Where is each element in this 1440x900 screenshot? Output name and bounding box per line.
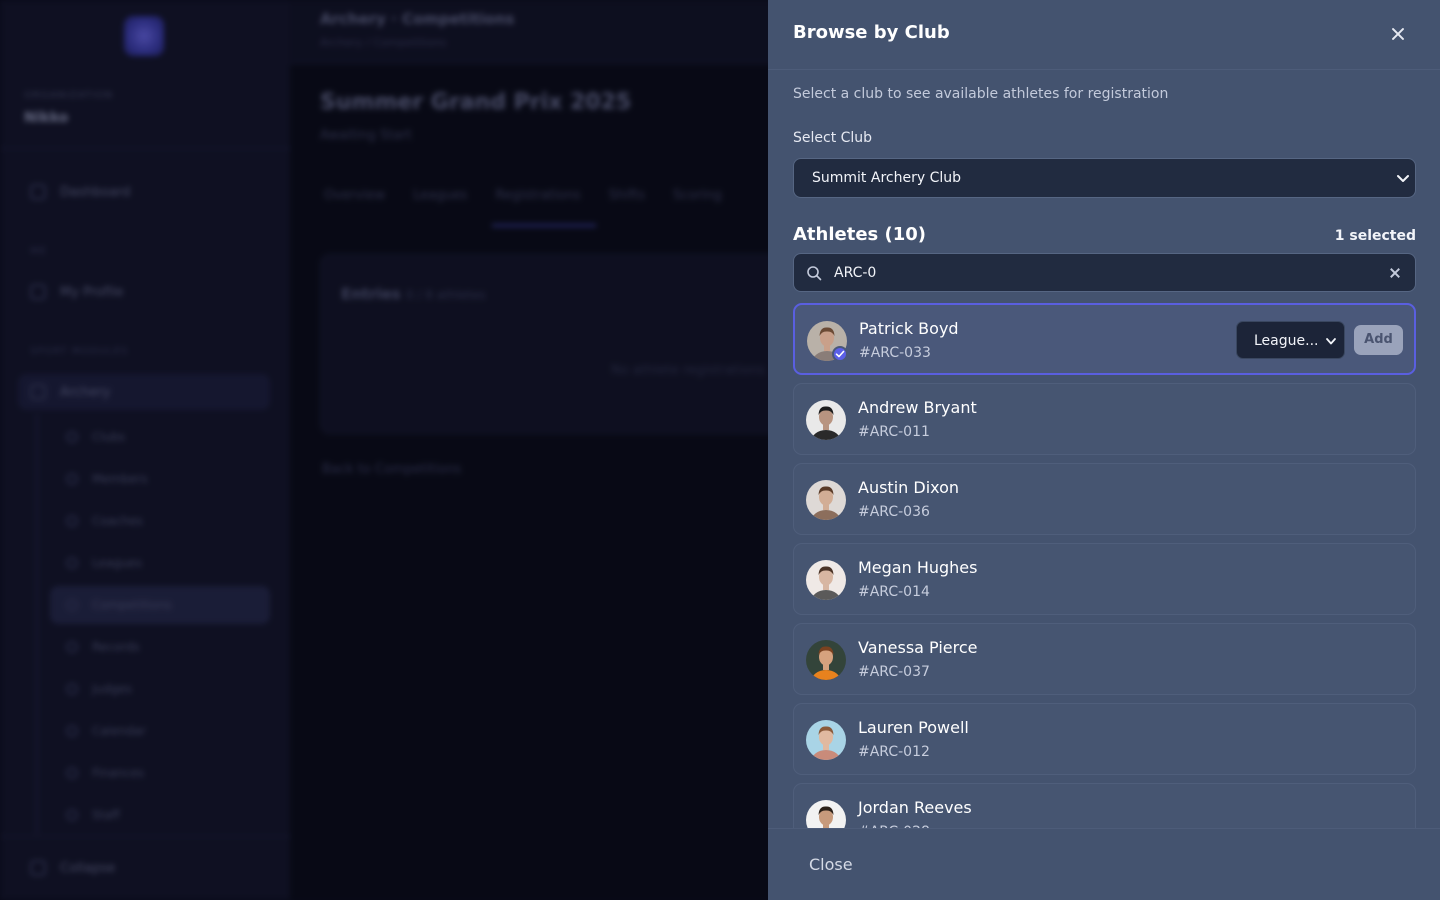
athlete-card[interactable]: Vanessa Pierce #ARC-037 bbox=[793, 623, 1416, 695]
athlete-name: Megan Hughes bbox=[858, 558, 978, 577]
athlete-search bbox=[793, 253, 1416, 292]
athlete-name: Lauren Powell bbox=[858, 718, 969, 737]
search-input[interactable] bbox=[834, 262, 1374, 284]
athlete-card[interactable]: Patrick Boyd #ARC-033 League... Add bbox=[793, 303, 1416, 375]
athlete-code: #ARC-036 bbox=[858, 504, 930, 520]
athlete-name: Patrick Boyd bbox=[859, 319, 959, 338]
athlete-name: Vanessa Pierce bbox=[858, 638, 978, 657]
add-athlete-button[interactable]: Add bbox=[1354, 325, 1403, 355]
drawer-footer: Close bbox=[768, 828, 1440, 900]
athlete-card[interactable]: Austin Dixon #ARC-036 bbox=[793, 463, 1416, 535]
athlete-card[interactable]: Lauren Powell #ARC-012 bbox=[793, 703, 1416, 775]
athlete-name: Andrew Bryant bbox=[858, 398, 977, 417]
club-select-label: Select Club bbox=[793, 130, 873, 146]
avatar bbox=[806, 480, 846, 520]
clear-search-icon[interactable] bbox=[1388, 266, 1402, 280]
athlete-name: Jordan Reeves bbox=[858, 798, 972, 817]
athlete-card[interactable]: Megan Hughes #ARC-014 bbox=[793, 543, 1416, 615]
close-button[interactable]: Close bbox=[809, 855, 853, 874]
athlete-name: Austin Dixon bbox=[858, 478, 960, 497]
athlete-code: #ARC-011 bbox=[858, 424, 930, 440]
avatar bbox=[806, 800, 846, 828]
browse-by-club-drawer: Browse by Club Select a club to see avai… bbox=[768, 0, 1440, 900]
athlete-code: #ARC-033 bbox=[859, 345, 931, 361]
athletes-heading: Athletes (10) bbox=[793, 224, 927, 245]
chevron-down-icon bbox=[1397, 175, 1409, 182]
modal-backdrop[interactable] bbox=[0, 0, 768, 900]
avatar bbox=[806, 640, 846, 680]
drawer-title: Browse by Club bbox=[793, 22, 950, 43]
club-select[interactable]: Summit Archery Club bbox=[793, 158, 1416, 198]
club-select-value: Summit Archery Club bbox=[812, 170, 961, 186]
athlete-list[interactable]: Patrick Boyd #ARC-033 League... Add Andrew B… bbox=[793, 303, 1416, 828]
athlete-card[interactable]: Jordan Reeves#ARC-028 bbox=[793, 783, 1416, 828]
athlete-card[interactable]: Andrew Bryant #ARC-011 bbox=[793, 383, 1416, 455]
athlete-code: #ARC-014 bbox=[858, 584, 930, 600]
avatar bbox=[806, 400, 846, 440]
athlete-code: #ARC-012 bbox=[858, 744, 930, 760]
search-icon bbox=[807, 266, 822, 281]
selected-count: 1 selected bbox=[1334, 228, 1416, 244]
drawer-header: Browse by Club bbox=[768, 0, 1440, 70]
chevron-down-icon bbox=[1326, 338, 1336, 345]
league-select[interactable]: League... bbox=[1236, 321, 1345, 359]
avatar bbox=[806, 560, 846, 600]
drawer-description: Select a club to see available athletes … bbox=[793, 86, 1169, 102]
athlete-code: #ARC-037 bbox=[858, 664, 930, 680]
selected-check-icon bbox=[832, 346, 848, 362]
avatar bbox=[806, 720, 846, 760]
league-select-value: League... bbox=[1254, 333, 1319, 349]
close-icon[interactable] bbox=[1386, 22, 1410, 46]
